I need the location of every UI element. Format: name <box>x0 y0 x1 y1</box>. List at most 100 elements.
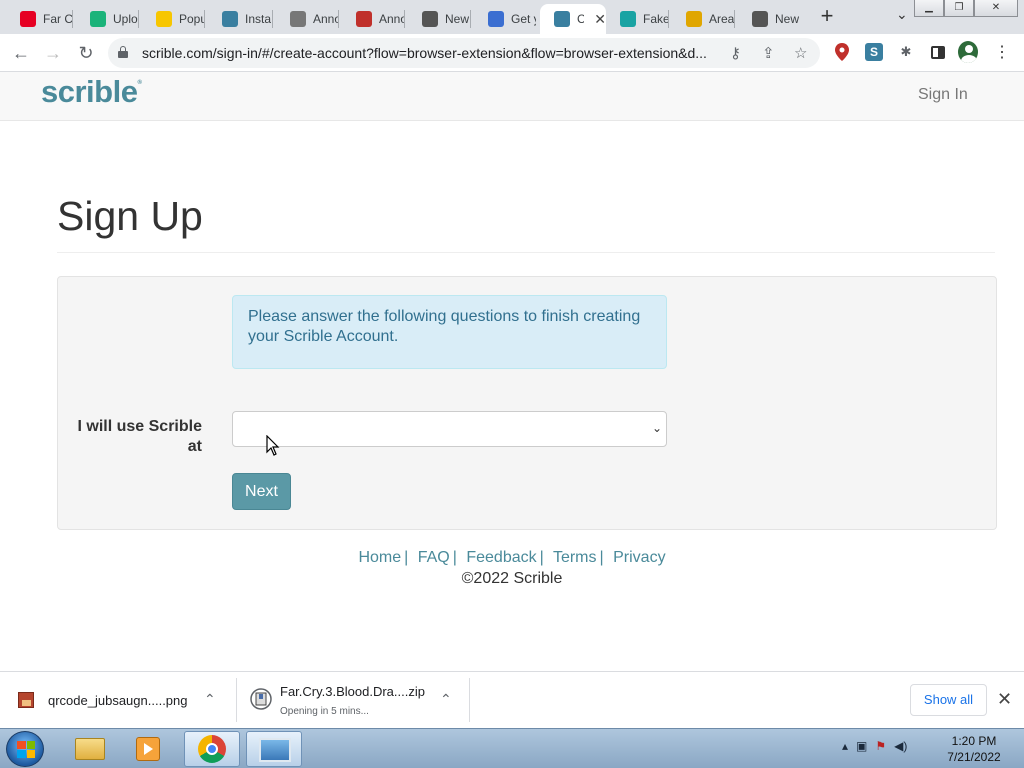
media-player-icon[interactable] <box>122 731 178 767</box>
tab-title: Area <box>709 12 734 26</box>
network-icon[interactable]: ▣ <box>856 739 867 753</box>
annotate-icon <box>290 11 306 27</box>
download-status: Opening in 5 mins... <box>280 706 369 717</box>
tab-title: Fake <box>643 12 668 26</box>
zip-file-icon <box>250 688 272 710</box>
download-filename: qrcode_jubsaugn.....png <box>48 693 188 708</box>
footer-separator: | <box>599 549 604 566</box>
download-divider <box>236 678 237 722</box>
map-pin-icon <box>356 11 372 27</box>
footer-link-faq[interactable]: FAQ <box>418 549 450 566</box>
mouse-cursor-icon <box>266 435 280 456</box>
tab-title: Anno <box>313 12 338 26</box>
scrible-logo[interactable]: scrible® <box>41 74 142 110</box>
puzzle-icon[interactable]: ✱ <box>896 42 916 62</box>
lock-icon[interactable] <box>118 46 128 58</box>
close-tab-icon[interactable]: ✕ <box>594 11 606 28</box>
clock[interactable]: 1:20 PM 7/21/2022 <box>940 733 1008 765</box>
minimize-button[interactable]: ▁ <box>914 0 944 17</box>
photo-viewer-icon[interactable] <box>246 731 302 767</box>
download-item[interactable]: qrcode_jubsaugn.....png ⌃ <box>18 678 228 722</box>
new-tab-button[interactable]: + <box>816 5 838 29</box>
browser-tab[interactable]: Anno <box>276 4 338 34</box>
font-icon <box>686 11 702 27</box>
show-all-button[interactable]: Show all <box>910 684 987 716</box>
chevron-down-icon[interactable]: ⌄ <box>896 6 908 23</box>
profile-avatar[interactable] <box>958 41 978 63</box>
tab-title: C <box>577 12 585 26</box>
download-item[interactable]: Far.Cry.3.Blood.Dra....zip Opening in 5 … <box>250 678 460 722</box>
footer-link-home[interactable]: Home <box>358 549 401 566</box>
clock-time: 1:20 PM <box>951 734 997 748</box>
browser-tab[interactable]: Area <box>672 4 734 34</box>
browser-tab[interactable]: New <box>408 4 470 34</box>
share-icon[interactable]: ⇪ <box>762 44 775 62</box>
chevron-down-icon: ⌄ <box>651 421 662 435</box>
tab-title: Get y <box>511 12 536 26</box>
browser-tab[interactable]: Uplo <box>76 4 138 34</box>
volume-icon[interactable]: ◀) <box>894 739 907 753</box>
start-button[interactable] <box>6 731 44 767</box>
app-icon <box>488 11 504 27</box>
kebab-menu-icon[interactable]: ⋮ <box>992 42 1012 62</box>
action-center-icon[interactable]: ⚑ <box>875 739 886 753</box>
forward-arrow-icon[interactable]: → <box>42 42 64 64</box>
back-arrow-icon[interactable]: ← <box>10 42 32 64</box>
browser-tab[interactable]: Insta <box>208 4 272 34</box>
usage-select[interactable]: ⌄ <box>232 411 667 447</box>
chevron-up-icon[interactable]: ⌃ <box>440 691 452 708</box>
windows-logo-icon <box>17 741 35 758</box>
footer-link-feedback[interactable]: Feedback <box>466 549 536 566</box>
close-window-button[interactable]: ✕ <box>974 0 1018 17</box>
footer-separator: | <box>539 549 544 566</box>
footer-link-privacy[interactable]: Privacy <box>613 549 665 566</box>
registered-mark: ® <box>137 80 142 86</box>
chevron-up-icon[interactable]: ▴ <box>842 739 848 753</box>
scrible-icon <box>554 11 570 27</box>
logo-text: scrible <box>41 74 138 109</box>
next-button[interactable]: Next <box>232 473 291 510</box>
chrome-icon[interactable] <box>184 731 240 767</box>
close-icon[interactable]: ✕ <box>997 689 1012 710</box>
footer-separator: | <box>452 549 457 566</box>
sign-in-link[interactable]: Sign In <box>918 86 968 104</box>
reload-icon[interactable]: ↻ <box>75 42 97 64</box>
system-tray: ▴ ▣ ⚑ ◀) <box>842 739 907 753</box>
window-controls: ▁ ❐ ✕ <box>914 0 1018 17</box>
tab-title: New <box>775 12 800 26</box>
url-text[interactable]: scrible.com/sign-in/#/create-account?flo… <box>142 45 722 61</box>
map-pin-icon[interactable] <box>832 42 852 62</box>
browser-tab[interactable]: Anno <box>342 4 404 34</box>
popup-icon <box>156 11 172 27</box>
tab-title: New <box>445 12 470 26</box>
footer-link-terms[interactable]: Terms <box>553 549 597 566</box>
restore-button[interactable]: ❐ <box>944 0 974 17</box>
pinterest-icon <box>20 11 36 27</box>
address-bar[interactable]: scrible.com/sign-in/#/create-account?flo… <box>108 38 820 68</box>
scrible-extension-icon[interactable]: S <box>864 42 884 62</box>
browser-tab[interactable]: New <box>738 4 800 34</box>
browser-tab[interactable]: Fake <box>606 4 668 34</box>
taskbar: ▴ ▣ ⚑ ◀) 1:20 PM 7/21/2022 <box>0 728 1024 768</box>
upload-icon <box>90 11 106 27</box>
side-panel-icon[interactable] <box>928 42 948 62</box>
usage-field-label: I will use Scrible at <box>77 418 203 455</box>
tab-separator <box>734 10 735 28</box>
file-explorer-icon[interactable] <box>62 731 118 767</box>
browser-tab[interactable]: Get y <box>474 4 536 34</box>
browser-tab[interactable]: Popu <box>142 4 204 34</box>
tab-strip: Far CUploPopuInstaAnnoAnnoNewGet yC✕Fake… <box>0 0 1024 34</box>
tab-separator <box>338 10 339 28</box>
browser-tab[interactable]: Far C <box>6 4 72 34</box>
key-icon[interactable]: ⚷ <box>730 44 741 62</box>
chrome-icon <box>422 11 438 27</box>
tab-title: Insta <box>245 12 272 26</box>
star-icon[interactable]: ☆ <box>794 44 807 62</box>
tab-separator <box>404 10 405 28</box>
site-header: scrible® Sign In <box>0 72 1024 121</box>
footer-links: Home | FAQ | Feedback | Terms | Privacy <box>0 549 1024 567</box>
chevron-up-icon[interactable]: ⌃ <box>204 691 216 708</box>
browser-tab[interactable]: C ✕ <box>540 4 606 34</box>
download-divider <box>469 678 470 722</box>
tab-separator <box>138 10 139 28</box>
